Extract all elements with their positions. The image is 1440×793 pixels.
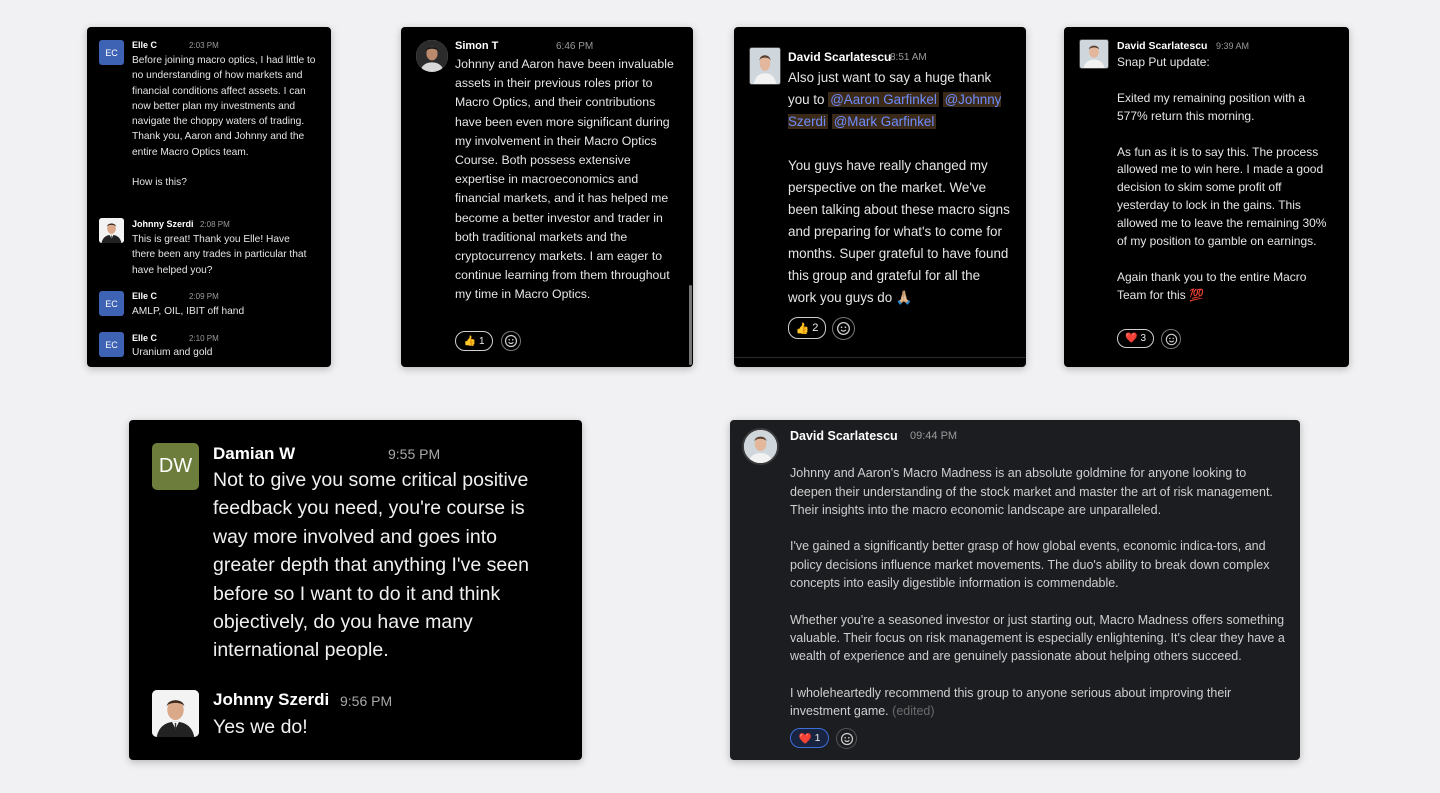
add-reaction-button[interactable] [836,728,857,749]
avatar: EC [99,291,124,316]
message-time: 9:39 AM [1216,41,1250,51]
reaction-heart[interactable]: ❤️ 1 [790,728,829,748]
testimonial-card-david-2: David Scarlatescu 9:39 AM Snap Put updat… [1064,27,1349,367]
message-text: This is great! Thank you Elle! Have ther… [132,234,307,276]
avatar [152,690,199,737]
sender-name: Elle C [132,40,158,50]
message-text: AMLP, OIL, IBIT off hand [132,306,245,317]
avatar [416,40,448,72]
sender-name: Johnny Szerdi [213,690,330,709]
smiley-icon [1164,332,1179,347]
avatar: DW [152,443,199,490]
add-reaction-button[interactable] [832,317,855,340]
reaction-count: 2 [812,322,819,334]
testimonial-card-david-3: David Scarlatescu 09:44 PM Johnny and Aa… [730,420,1300,760]
message-text-body: You guys have really changed my perspect… [788,158,1010,305]
mention-aaron[interactable]: @Aaron Garfinkel [828,92,939,107]
reaction-thumbs-up[interactable]: 👍 2 [788,317,826,339]
heart-icon: ❤️ [1124,333,1138,344]
person-icon [1080,40,1108,68]
message-text: Snap Put update: Exited my remaining pos… [1117,55,1327,302]
person-icon [152,690,199,737]
person-icon [744,430,777,463]
avatar: EC [99,40,124,65]
message-body: Johnny and Aaron's Macro Madness is an a… [790,466,1285,719]
sender-name: Elle C [132,333,158,343]
smiley-icon [839,731,855,747]
message-time: 9:55 PM [388,446,441,462]
message-time: 9:56 PM [340,693,393,709]
message-time: 2:10 PM [189,334,219,343]
reaction-count: 1 [814,732,821,744]
message-text: Yes we do! [213,716,308,738]
testimonial-card-elle: EC Elle C 2:03 PM Before joining macro o… [87,27,331,367]
message-time: 2:09 PM [189,292,219,301]
message-text: Uranium and gold [132,347,213,358]
scrollbar[interactable] [689,285,692,365]
smiley-icon [835,320,852,337]
message-text: Not to give you some critical positive f… [213,469,529,662]
message-text: Johnny and Aaron have been invaluable as… [455,57,674,302]
avatar [749,47,781,85]
avatar [1079,39,1109,69]
message-time: 2:03 PM [189,41,219,50]
sender-name: Elle C [132,291,158,301]
testimonial-card-simon: Simon T 6:46 PM Johnny and Aaron have be… [401,27,693,367]
mention-mark[interactable]: @Mark Garfinkel [831,114,937,129]
message-time: 09:44 PM [910,430,958,442]
reaction-count: 3 [1140,333,1146,344]
message-text: Johnny and Aaron's Macro Madness is an a… [790,446,1290,720]
sender-name: David Scarlatescu [1117,40,1208,52]
person-icon [750,48,780,84]
sender-name: Damian W [213,444,296,463]
edited-label: (edited) [892,704,935,719]
add-reaction-button[interactable] [1161,329,1181,349]
message-time: 8:51 AM [890,52,927,63]
person-icon [416,40,448,72]
message-time: 2:08 PM [200,220,230,229]
reaction-count: 1 [478,335,485,347]
sender-name: Johnny Szerdi [132,219,194,229]
reaction-heart[interactable]: ❤️ 3 [1117,329,1154,348]
testimonial-card-damian: DW Damian W 9:55 PM Not to give you some… [129,420,582,760]
thumbs-up-icon: 👍 [795,322,810,335]
divider [734,357,1026,358]
person-icon [99,218,124,243]
testimonial-card-david-1: David Scarlatescu 8:51 AM Also just want… [734,27,1026,367]
avatar [742,428,779,465]
thumbs-up-icon: 👍 [463,335,476,347]
avatar: EC [99,332,124,357]
add-reaction-button[interactable] [501,331,521,351]
sender-name: David Scarlatescu [790,429,898,443]
message-time: 6:46 PM [556,41,594,52]
heart-icon: ❤️ [798,732,812,745]
avatar [99,218,124,243]
sender-name: David Scarlatescu [788,50,892,64]
sender-name: Simon T [455,40,499,52]
smiley-icon [503,333,519,349]
reaction-thumbs-up[interactable]: 👍 1 [455,331,493,351]
message-text: Also just want to say a huge thank you t… [788,67,1010,133]
message-text: Before joining macro optics, I had littl… [132,55,316,189]
